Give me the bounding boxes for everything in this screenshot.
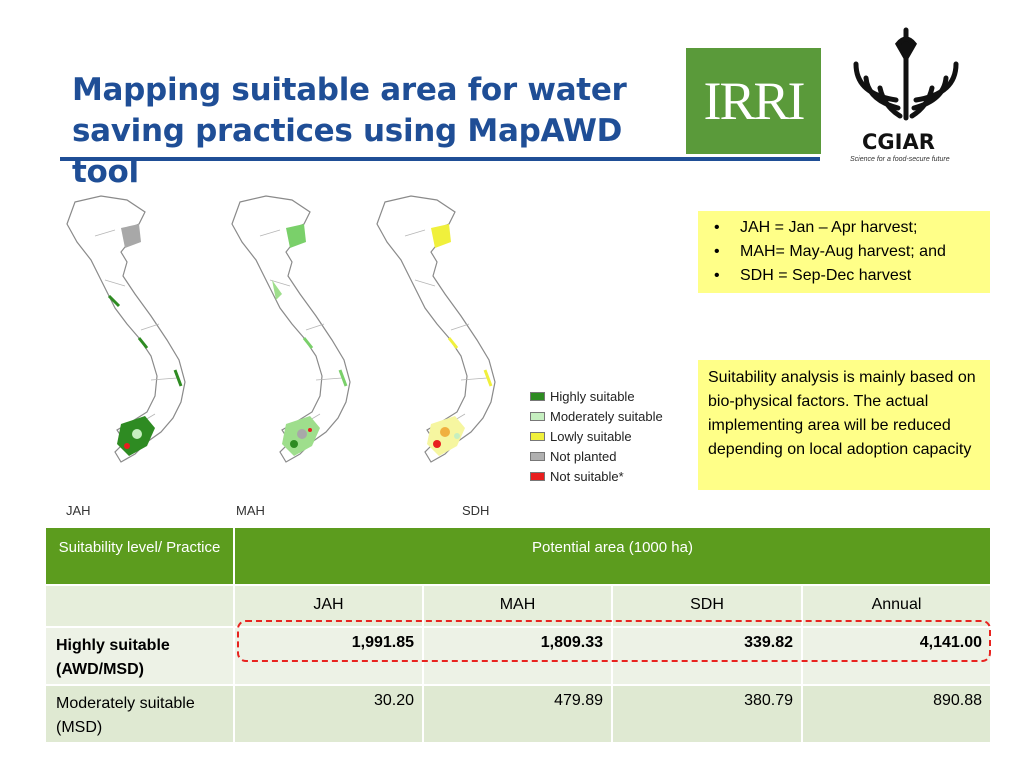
legend-item: Moderately suitable xyxy=(530,406,663,426)
legend-swatch xyxy=(530,391,545,401)
map-mah xyxy=(231,195,351,463)
cgiar-tagline: Science for a food-secure future xyxy=(850,156,950,163)
suitability-note: Suitability analysis is mainly based on … xyxy=(698,360,990,490)
table-cell: 30.20 xyxy=(235,686,424,744)
table-cell: 380.79 xyxy=(613,686,803,744)
legend-label: Moderately suitable xyxy=(550,408,663,424)
legend-item: Lowly suitable xyxy=(530,426,663,446)
abbreviation-list: JAH = Jan – Apr harvest; MAH= May-Aug ha… xyxy=(710,216,984,288)
map-label-jah: JAH xyxy=(66,503,91,518)
legend-label: Lowly suitable xyxy=(550,428,632,444)
subheader-blank xyxy=(46,586,235,628)
legend-label: Highly suitable xyxy=(550,388,635,404)
irri-logo: IRRI xyxy=(686,48,821,154)
cgiar-logo-text: CGIAR xyxy=(862,130,935,154)
table-cell: 479.89 xyxy=(424,686,613,744)
abbreviation-item: SDH = Sep-Dec harvest xyxy=(710,264,984,288)
legend-item: Not planted xyxy=(530,446,663,466)
legend-label: Not planted xyxy=(550,448,617,464)
abbreviation-item: MAH= May-Aug harvest; and xyxy=(710,240,984,264)
slide-title-line2: saving practices using MapAWD tool xyxy=(72,113,623,190)
legend-item: Highly suitable xyxy=(530,386,663,406)
legend-swatch xyxy=(530,431,545,441)
table-row: Moderately suitable (MSD) 30.20 479.89 3… xyxy=(46,686,990,744)
abbreviation-note: JAH = Jan – Apr harvest; MAH= May-Aug ha… xyxy=(698,211,990,293)
legend-swatch xyxy=(530,411,545,421)
abbreviation-item: JAH = Jan – Apr harvest; xyxy=(710,216,984,240)
map-label-mah: MAH xyxy=(236,503,265,518)
highlight-dashed-box xyxy=(237,620,991,662)
row-label: Highly suitable (AWD/MSD) xyxy=(46,628,235,686)
table-cell: 890.88 xyxy=(803,686,990,744)
map-legend: Highly suitable Moderately suitable Lowl… xyxy=(530,386,663,486)
legend-swatch xyxy=(530,471,545,481)
row-label: Moderately suitable (MSD) xyxy=(46,686,235,744)
suitability-maps xyxy=(66,195,496,463)
legend-label: Not suitable* xyxy=(550,468,624,484)
header-potential-area: Potential area (1000 ha) xyxy=(235,528,990,586)
legend-item: Not suitable* xyxy=(530,466,663,486)
map-jah xyxy=(66,195,186,463)
irri-logo-text: IRRI xyxy=(703,71,806,131)
title-underline xyxy=(60,157,820,161)
legend-swatch xyxy=(530,451,545,461)
slide-title: Mapping suitable area for water saving p… xyxy=(72,70,692,193)
map-label-sdh: SDH xyxy=(462,503,490,518)
slide-title-line1: Mapping suitable area for water xyxy=(72,72,627,108)
table-header-row: Suitability level/ Practice Potential ar… xyxy=(46,528,990,586)
map-sdh xyxy=(376,195,496,463)
header-suitability-level: Suitability level/ Practice xyxy=(46,528,235,586)
